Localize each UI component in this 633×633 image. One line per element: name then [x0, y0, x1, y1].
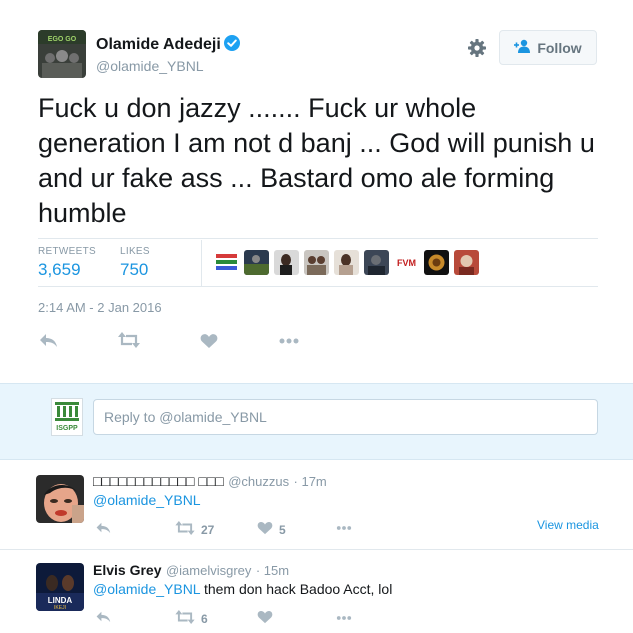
liker-avatar-9[interactable] — [454, 250, 479, 275]
liker-avatar-2[interactable] — [244, 250, 269, 275]
retweets-count[interactable]: 3,659 — [38, 260, 96, 280]
retweets-stat[interactable]: RETWEETS 3,659 — [38, 246, 96, 280]
reply-1-text: @olamide_YBNL — [93, 492, 201, 508]
reply-1-handle[interactable]: @chuzzus — [228, 474, 289, 489]
current-user-avatar-label: ISGPP — [56, 425, 78, 432]
reply-1-more-icon[interactable] — [334, 522, 354, 534]
gear-icon[interactable] — [467, 38, 487, 58]
reply-1-retweet-icon — [175, 521, 195, 538]
reply-separator — [0, 549, 633, 550]
reply-2-header: Elvis Grey @iamelvisgrey · 15m — [93, 562, 289, 580]
reply-1-like-action[interactable]: 5 — [257, 521, 286, 538]
reply-2-retweet-action[interactable]: 6 — [175, 610, 208, 627]
liker-avatar-4[interactable] — [304, 250, 329, 275]
tweet-text: Fuck u don jazzy ....... Fuck ur whole g… — [38, 93, 595, 228]
liker-avatar-5[interactable] — [334, 250, 359, 275]
author-handle[interactable]: @olamide_YBNL — [96, 58, 204, 74]
tweet-timestamp[interactable]: 2:14 AM - 2 Jan 2016 — [38, 300, 162, 315]
author-name[interactable]: Olamide Adedeji — [96, 35, 240, 54]
follow-label: Follow — [537, 39, 582, 56]
reply-2-body: them don hack Badoo Acct, lol — [200, 581, 393, 597]
likes-label: LIKES — [120, 246, 150, 257]
like-heart-icon[interactable] — [200, 333, 222, 351]
reply-2-heart-icon — [257, 610, 273, 627]
reply-2-name[interactable]: Elvis Grey — [93, 562, 162, 578]
reply-1-avatar[interactable] — [36, 475, 84, 523]
svg-text:IKEJI: IKEJI — [54, 605, 66, 611]
reply-1-retweet-action[interactable]: 27 — [175, 521, 214, 538]
liker-avatar-3[interactable] — [274, 250, 299, 275]
reply-1-retweet-count: 27 — [201, 522, 215, 537]
likes-count[interactable]: 750 — [120, 260, 150, 280]
reply-2-handle[interactable]: @iamelvisgrey — [166, 563, 251, 578]
reply-1-heart-icon — [257, 521, 273, 538]
reply-2-mention[interactable]: @olamide_YBNL — [93, 581, 200, 597]
current-user-avatar[interactable]: ISGPP — [51, 398, 83, 436]
likers-avatar-row: FVM — [214, 250, 479, 275]
reply-1-header: □□□□□□□□□□□□ □□□ @chuzzus · 17m — [93, 473, 327, 491]
reply-2-more-icon[interactable] — [334, 612, 354, 624]
svg-text:LINDA: LINDA — [48, 596, 73, 605]
likes-stat[interactable]: LIKES 750 — [120, 246, 150, 280]
stats-divider-top — [38, 238, 598, 239]
reply-2-text: @olamide_YBNL them don hack Badoo Acct, … — [93, 581, 392, 597]
svg-text:EGO GO: EGO GO — [48, 36, 77, 43]
stats-divider-bottom — [38, 286, 598, 287]
reply-icon[interactable] — [38, 332, 60, 350]
reply-2-avatar[interactable]: LINDA IKEJI — [36, 563, 84, 611]
author-avatar[interactable]: EGO GO — [38, 30, 86, 78]
liker-avatar-6[interactable] — [364, 250, 389, 275]
reply-1-mention[interactable]: @olamide_YBNL — [93, 492, 201, 508]
reply-1-like-count: 5 — [279, 522, 286, 537]
reply-2-reply-icon[interactable] — [95, 610, 111, 623]
reply-2-like-action[interactable] — [257, 610, 279, 627]
reply-1-reply-icon[interactable] — [95, 521, 111, 534]
reply-2-retweet-count: 6 — [201, 611, 208, 626]
retweet-icon[interactable] — [118, 332, 140, 350]
liker-avatar-8[interactable] — [424, 250, 449, 275]
more-options-icon[interactable] — [278, 333, 300, 351]
stats-separator — [201, 240, 202, 286]
verified-badge-icon — [223, 35, 240, 51]
liker-avatar-fvm[interactable]: FVM — [394, 250, 419, 275]
reply-2-retweet-icon — [175, 610, 195, 627]
retweets-label: RETWEETS — [38, 246, 96, 257]
follow-button[interactable]: Follow — [499, 30, 597, 65]
reply-1-name[interactable]: □□□□□□□□□□□□ □□□ — [93, 473, 224, 489]
fvm-text: FVM — [397, 258, 416, 268]
author-name-text[interactable]: Olamide Adedeji — [96, 36, 221, 53]
add-user-icon — [514, 39, 532, 56]
reply-2-time[interactable]: · 15m — [256, 563, 289, 578]
view-media-link[interactable]: View media — [537, 518, 599, 532]
liker-avatar-1[interactable] — [214, 250, 239, 275]
reply-input[interactable]: Reply to @olamide_YBNL — [93, 399, 598, 435]
reply-input-placeholder: Reply to @olamide_YBNL — [104, 409, 267, 425]
reply-1-time[interactable]: · 17m — [294, 474, 327, 489]
